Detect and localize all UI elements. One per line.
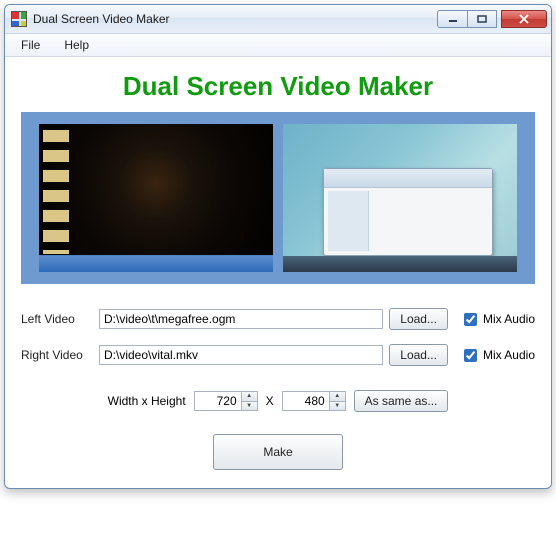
height-up-icon[interactable]: ▲	[330, 392, 345, 402]
dimensions-label: Width x Height	[108, 394, 186, 408]
dimensions-row: Width x Height ▲ ▼ X ▲ ▼ As same a	[21, 390, 535, 412]
right-video-path-input[interactable]	[99, 345, 383, 365]
right-video-preview	[283, 124, 517, 272]
app-window: Dual Screen Video Maker File Help Dual S…	[4, 4, 552, 489]
menu-help[interactable]: Help	[54, 36, 99, 54]
window-buttons	[437, 10, 547, 28]
height-spinner[interactable]: ▲ ▼	[282, 391, 346, 411]
width-spin-buttons[interactable]: ▲ ▼	[241, 392, 257, 410]
left-mix-checkbox[interactable]	[464, 313, 477, 326]
maximize-icon	[477, 15, 487, 23]
as-same-as-button[interactable]: As same as...	[354, 390, 449, 412]
width-spinner[interactable]: ▲ ▼	[194, 391, 258, 411]
close-button[interactable]	[501, 10, 547, 28]
right-load-button[interactable]: Load...	[389, 344, 448, 366]
minimize-button[interactable]	[437, 10, 467, 28]
right-mix-label: Mix Audio	[483, 348, 535, 362]
left-mix-audio[interactable]: Mix Audio	[460, 310, 535, 329]
width-input[interactable]	[195, 392, 241, 410]
right-video-label: Right Video	[21, 348, 93, 362]
form-area: Left Video Load... Mix Audio Right Video…	[21, 308, 535, 470]
make-button[interactable]: Make	[213, 434, 343, 470]
titlebar: Dual Screen Video Maker	[5, 5, 551, 34]
left-video-preview	[39, 124, 273, 272]
app-heading: Dual Screen Video Maker	[21, 71, 535, 102]
right-mix-checkbox[interactable]	[464, 349, 477, 362]
menu-file[interactable]: File	[11, 36, 50, 54]
preview-panel	[21, 112, 535, 284]
right-preview-inner	[323, 168, 493, 256]
right-video-row: Right Video Load... Mix Audio	[21, 344, 535, 366]
window-title: Dual Screen Video Maker	[33, 12, 437, 26]
height-input[interactable]	[283, 392, 329, 410]
left-video-row: Left Video Load... Mix Audio	[21, 308, 535, 330]
left-video-label: Left Video	[21, 312, 93, 326]
left-load-button[interactable]: Load...	[389, 308, 448, 330]
dimensions-sep: X	[266, 394, 274, 408]
width-down-icon[interactable]: ▼	[242, 402, 257, 411]
content-area: Dual Screen Video Maker Left Video Load.…	[5, 57, 551, 488]
height-spin-buttons[interactable]: ▲ ▼	[329, 392, 345, 410]
menubar: File Help	[5, 34, 551, 57]
maximize-button[interactable]	[467, 10, 497, 28]
close-icon	[518, 14, 530, 24]
make-row: Make	[21, 434, 535, 470]
right-mix-audio[interactable]: Mix Audio	[460, 346, 535, 365]
left-mix-label: Mix Audio	[483, 312, 535, 326]
left-video-path-input[interactable]	[99, 309, 383, 329]
app-icon	[11, 11, 27, 27]
minimize-icon	[448, 15, 458, 23]
height-down-icon[interactable]: ▼	[330, 402, 345, 411]
width-up-icon[interactable]: ▲	[242, 392, 257, 402]
